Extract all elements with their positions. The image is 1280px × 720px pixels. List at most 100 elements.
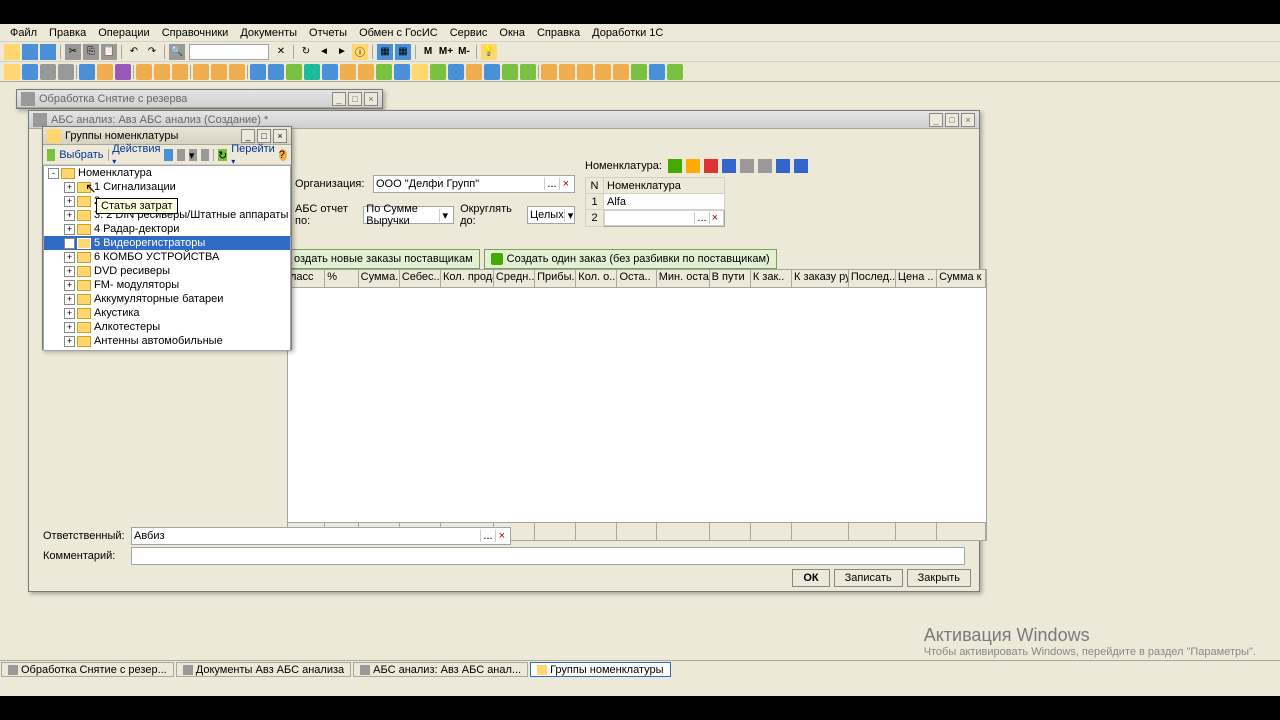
tree-item[interactable]: +Акустика: [44, 306, 290, 320]
sort-desc-icon[interactable]: [794, 159, 808, 173]
grid-column-header[interactable]: Послед..: [849, 270, 896, 287]
t2-icon[interactable]: [376, 64, 392, 80]
menu-custom[interactable]: Доработки 1С: [586, 25, 669, 41]
t2-icon[interactable]: [22, 64, 38, 80]
clear-icon[interactable]: ×: [709, 212, 720, 224]
clear-icon[interactable]: ×: [559, 178, 572, 190]
tree-item[interactable]: +Аккумуляторные батареи: [44, 292, 290, 306]
tree-item[interactable]: +Ароматизаторы: [44, 348, 290, 351]
t2-icon[interactable]: [520, 64, 536, 80]
paste-icon[interactable]: 📋: [101, 44, 117, 60]
up-icon[interactable]: [740, 159, 754, 173]
menu-reports[interactable]: Отчеты: [303, 25, 353, 41]
grid-column-header[interactable]: В пути: [710, 270, 751, 287]
calc-icon[interactable]: ▦: [377, 44, 393, 60]
t2-icon[interactable]: [394, 64, 410, 80]
t2-icon[interactable]: [595, 64, 611, 80]
hint-icon[interactable]: 💡: [481, 44, 497, 60]
t2-icon[interactable]: [484, 64, 500, 80]
t2-icon[interactable]: [649, 64, 665, 80]
grid-body[interactable]: [288, 288, 986, 522]
print-icon[interactable]: [722, 159, 736, 173]
grid-column-header[interactable]: %: [325, 270, 358, 287]
t2-icon[interactable]: [322, 64, 338, 80]
maximize-button[interactable]: □: [945, 113, 959, 127]
search-input[interactable]: [189, 44, 269, 60]
m-icon[interactable]: M: [420, 44, 436, 60]
t2-icon[interactable]: [250, 64, 266, 80]
org-input[interactable]: ООО "Делфи Групп" ... ×: [373, 175, 575, 193]
comment-input[interactable]: [131, 547, 965, 565]
t2-icon[interactable]: [577, 64, 593, 80]
taskbar-item[interactable]: Документы Авз АБС анализа: [176, 662, 351, 677]
t2-icon[interactable]: [286, 64, 302, 80]
add-icon[interactable]: [668, 159, 682, 173]
t2-icon[interactable]: [115, 64, 131, 80]
goto-dropdown[interactable]: Перейти: [231, 143, 275, 167]
grid-column-header[interactable]: Себес..: [400, 270, 441, 287]
dots-icon[interactable]: ...: [694, 212, 708, 224]
t2-icon[interactable]: [631, 64, 647, 80]
create-single-order-button[interactable]: Создать один заказ (без разбивки по пост…: [484, 249, 777, 269]
grid-column-header[interactable]: Кол. прода..: [441, 270, 494, 287]
help-icon[interactable]: ?: [279, 149, 287, 161]
t2-icon[interactable]: [136, 64, 152, 80]
t2-icon[interactable]: [541, 64, 557, 80]
undo-icon[interactable]: ↶: [126, 44, 142, 60]
sort-asc-icon[interactable]: [776, 159, 790, 173]
taskbar-item[interactable]: Группы номенклатуры: [530, 662, 670, 677]
menu-help[interactable]: Справка: [531, 25, 586, 41]
t2-icon[interactable]: [154, 64, 170, 80]
t2-icon[interactable]: [340, 64, 356, 80]
t2-icon[interactable]: [172, 64, 188, 80]
refresh-icon[interactable]: ↻: [298, 44, 314, 60]
t2-icon[interactable]: [448, 64, 464, 80]
t2-icon[interactable]: [268, 64, 284, 80]
t2-icon[interactable]: [79, 64, 95, 80]
maximize-button[interactable]: □: [257, 129, 271, 143]
t2-icon[interactable]: [358, 64, 374, 80]
clear-search-icon[interactable]: ✕: [273, 44, 289, 60]
tree-item[interactable]: +1 Сигнализации: [44, 180, 290, 194]
menu-windows[interactable]: Окна: [493, 25, 531, 41]
minimize-button[interactable]: _: [332, 92, 346, 106]
cmd-icon[interactable]: [201, 149, 209, 161]
clear-icon[interactable]: ×: [495, 530, 508, 542]
t2-icon[interactable]: [4, 64, 20, 80]
menu-gosis[interactable]: Обмен с ГосИС: [353, 25, 444, 41]
t2-icon[interactable]: [412, 64, 428, 80]
grid-column-header[interactable]: ласс: [288, 270, 325, 287]
find-icon[interactable]: 🔍: [169, 44, 185, 60]
tree-item[interactable]: +6 КОМБО УСТРОЙСТВА: [44, 250, 290, 264]
t2-icon[interactable]: [502, 64, 518, 80]
menu-refs[interactable]: Справочники: [156, 25, 235, 41]
tree-item[interactable]: +5 Видеорегистраторы: [44, 236, 290, 250]
grid-column-header[interactable]: Оста..: [617, 270, 656, 287]
edit-icon[interactable]: [686, 159, 700, 173]
nomenclature-tree[interactable]: ↖ -Номенклатура+1 Сигнализации+2+3. 2 DI…: [43, 165, 291, 351]
table-row[interactable]: 2...×: [586, 210, 725, 227]
taskbar-item[interactable]: АБС анализ: Авз АБС анал...: [353, 662, 528, 677]
menu-file[interactable]: Файл: [4, 25, 43, 41]
t2-icon[interactable]: [613, 64, 629, 80]
cmd-icon[interactable]: [177, 149, 185, 161]
cut-icon[interactable]: ✂: [65, 44, 81, 60]
grid-column-header[interactable]: Средн..: [494, 270, 535, 287]
t2-icon[interactable]: [58, 64, 74, 80]
tree-item[interactable]: +FM- модуляторы: [44, 278, 290, 292]
t2-icon[interactable]: [97, 64, 113, 80]
save-icon[interactable]: [40, 44, 56, 60]
tree-item[interactable]: +Антенны автомобильные: [44, 334, 290, 348]
t2-icon[interactable]: [430, 64, 446, 80]
new-icon[interactable]: [4, 44, 20, 60]
minimize-button[interactable]: _: [241, 129, 255, 143]
dropdown-arrow-icon[interactable]: ▾: [564, 209, 577, 222]
save-button[interactable]: Записать: [834, 569, 903, 587]
close-button[interactable]: Закрыть: [907, 569, 971, 587]
info-icon[interactable]: ⓘ: [352, 44, 368, 60]
maximize-button[interactable]: □: [348, 92, 362, 106]
grid-column-header[interactable]: Сумма..: [359, 270, 400, 287]
grid-column-header[interactable]: Сумма к ..: [937, 270, 986, 287]
t2-icon[interactable]: [466, 64, 482, 80]
nav-fwd-icon[interactable]: ►: [334, 44, 350, 60]
